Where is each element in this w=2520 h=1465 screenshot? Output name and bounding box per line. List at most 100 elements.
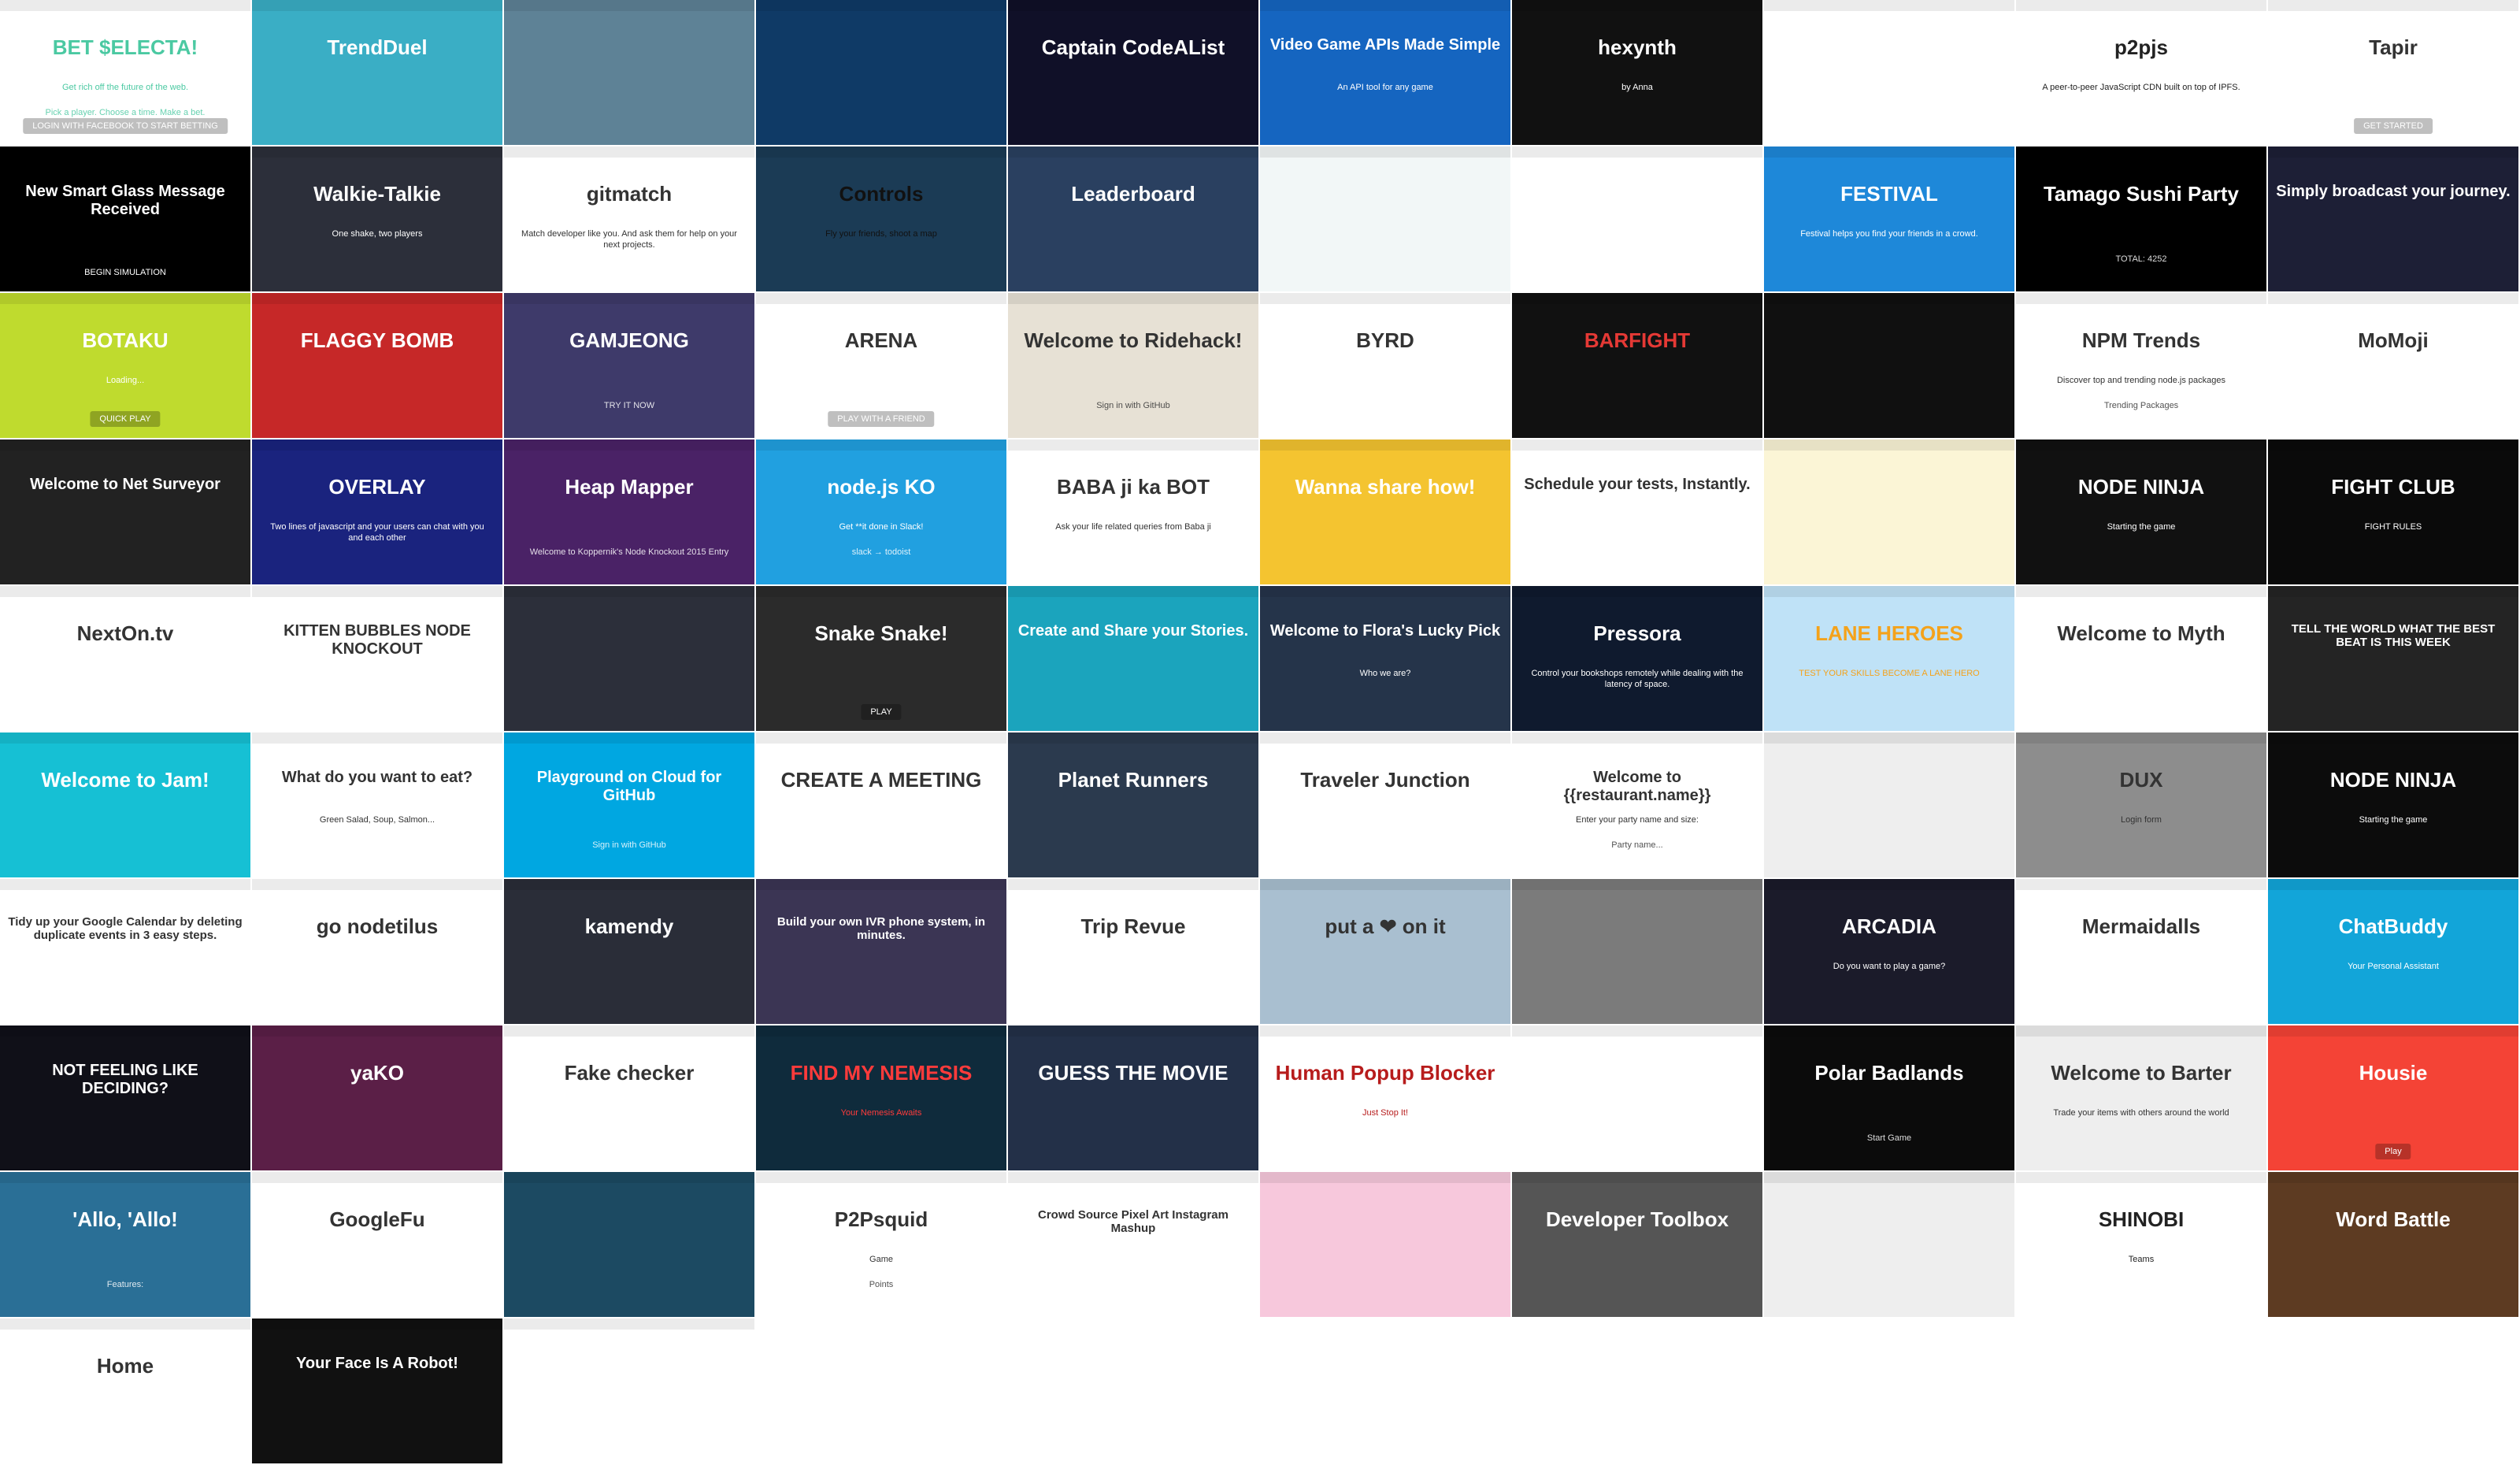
screenshot-tile[interactable]: OVERLAY Two lines of javascript and your … (252, 440, 502, 584)
screenshot-tile[interactable]: LANE HEROES TEST YOUR SKILLS BECOME A LAN… (1764, 586, 2014, 731)
screenshot-tile[interactable] (1260, 146, 1510, 291)
screenshot-tile[interactable]: Mermaidalls (2016, 879, 2266, 1024)
screenshot-tile[interactable] (1512, 1026, 1762, 1170)
screenshot-tile[interactable]: NODE NINJA Starting the game (2016, 440, 2266, 584)
screenshot-tile[interactable] (1764, 293, 2014, 438)
screenshot-tile[interactable] (1764, 0, 2014, 145)
screenshot-tile[interactable]: Create and Share your Stories. (1008, 586, 1258, 731)
screenshot-tile[interactable]: Walkie-Talkie One shake, two players (252, 146, 502, 291)
screenshot-tile[interactable]: Simply broadcast your journey. (2268, 146, 2518, 291)
screenshot-tile[interactable]: hexynth by Anna (1512, 0, 1762, 145)
screenshot-tile[interactable]: FLAGGY BOMB (252, 293, 502, 438)
screenshot-tile[interactable]: Welcome to {{restaurant.name}} Enter your… (1512, 732, 1762, 877)
screenshot-tile[interactable]: Trip Revue (1008, 879, 1258, 1024)
screenshot-tile[interactable]: KITTEN BUBBLES NODE KNOCKOUT (252, 586, 502, 731)
screenshot-tile[interactable]: Pressora Control your bookshops remotely … (1512, 586, 1762, 731)
screenshot-tile[interactable]: Video Game APIs Made Simple An API tool f… (1260, 0, 1510, 145)
screenshot-tile[interactable]: What do you want to eat? Green Salad, Sou… (252, 732, 502, 877)
screenshot-tile[interactable] (504, 1172, 754, 1317)
screenshot-tile[interactable]: Controls Fly your friends, shoot a map (756, 146, 1006, 291)
screenshot-tile[interactable] (1512, 146, 1762, 291)
screenshot-tile[interactable] (1764, 440, 2014, 584)
tile-button[interactable]: GET STARTED (2354, 118, 2433, 134)
screenshot-tile[interactable]: NOT FEELING LIKE DECIDING? (0, 1026, 250, 1170)
screenshot-tile[interactable]: BYRD (1260, 293, 1510, 438)
screenshot-tile[interactable]: DUX Login form (2016, 732, 2266, 877)
screenshot-tile[interactable] (504, 1318, 754, 1463)
screenshot-tile[interactable]: BET $ELECTA! Get rich off the future of t… (0, 0, 250, 145)
screenshot-tile[interactable]: NODE NINJA Starting the game (2268, 732, 2518, 877)
screenshot-tile[interactable]: Crowd Source Pixel Art Instagram Mashup (1008, 1172, 1258, 1317)
screenshot-tile[interactable]: CREATE A MEETING (756, 732, 1006, 877)
screenshot-tile[interactable]: Welcome to Myth (2016, 586, 2266, 731)
tile-button[interactable]: PLAY WITH A FRIEND (828, 411, 935, 427)
screenshot-tile[interactable]: ARENA PLAY WITH A FRIEND (756, 293, 1006, 438)
screenshot-tile[interactable]: Housie Play (2268, 1026, 2518, 1170)
screenshot-tile[interactable]: Traveler Junction (1260, 732, 1510, 877)
screenshot-tile[interactable]: TELL THE WORLD WHAT THE BEST BEAT IS THI… (2268, 586, 2518, 731)
screenshot-tile[interactable]: 'Allo, 'Allo! Features: (0, 1172, 250, 1317)
screenshot-tile[interactable]: Planet Runners (1008, 732, 1258, 877)
screenshot-tile[interactable] (756, 0, 1006, 145)
screenshot-tile[interactable]: P2Psquid Game Points (756, 1172, 1006, 1317)
screenshot-tile[interactable]: ChatBuddy Your Personal Assistant (2268, 879, 2518, 1024)
screenshot-tile[interactable]: Build your own IVR phone system, in minu… (756, 879, 1006, 1024)
screenshot-tile[interactable]: Word Battle (2268, 1172, 2518, 1317)
screenshot-tile[interactable]: MoMoji (2268, 293, 2518, 438)
screenshot-tile[interactable]: Heap Mapper Welcome to Koppernik's Node K… (504, 440, 754, 584)
screenshot-tile[interactable]: Captain CodeAList (1008, 0, 1258, 145)
screenshot-tile[interactable]: FIGHT CLUB FIGHT RULES (2268, 440, 2518, 584)
screenshot-tile[interactable] (504, 586, 754, 731)
screenshot-tile[interactable]: Welcome to Net Surveyor (0, 440, 250, 584)
screenshot-tile[interactable]: BARFIGHT (1512, 293, 1762, 438)
screenshot-tile[interactable]: NextOn.tv (0, 586, 250, 731)
screenshot-tile[interactable]: gitmatch Match developer like you. And as… (504, 146, 754, 291)
screenshot-tile[interactable] (504, 0, 754, 145)
screenshot-tile[interactable]: kamendy (504, 879, 754, 1024)
screenshot-tile[interactable] (1764, 732, 2014, 877)
screenshot-tile[interactable]: BOTAKU Loading... QUICK PLAY (0, 293, 250, 438)
tile-button[interactable]: LOGIN WITH FACEBOOK TO START BETTING (23, 118, 228, 134)
screenshot-tile[interactable]: GUESS THE MOVIE (1008, 1026, 1258, 1170)
screenshot-tile[interactable]: put a ❤ on it (1260, 879, 1510, 1024)
screenshot-tile[interactable]: FESTIVAL Festival helps you find your fri… (1764, 146, 2014, 291)
screenshot-tile[interactable]: yaKO (252, 1026, 502, 1170)
screenshot-tile[interactable]: Tidy up your Google Calendar by deleting… (0, 879, 250, 1024)
screenshot-tile[interactable]: New Smart Glass Message Received BEGIN SI… (0, 146, 250, 291)
screenshot-tile[interactable] (1764, 1172, 2014, 1317)
screenshot-tile[interactable]: Welcome to Jam! (0, 732, 250, 877)
screenshot-tile[interactable]: Playground on Cloud for GitHub Sign in wi… (504, 732, 754, 877)
tile-button[interactable]: BEGIN SIMULATION (75, 265, 176, 280)
tile-button[interactable]: PLAY (861, 704, 902, 720)
screenshot-tile[interactable]: node.js KO Get **it done in Slack! slack →… (756, 440, 1006, 584)
screenshot-tile[interactable]: p2pjs A peer-to-peer JavaScript CDN built… (2016, 0, 2266, 145)
screenshot-tile[interactable]: Welcome to Ridehack! Sign in with GitHub (1008, 293, 1258, 438)
screenshot-tile[interactable]: Developer Toolbox (1512, 1172, 1762, 1317)
screenshot-tile[interactable]: go nodetilus (252, 879, 502, 1024)
screenshot-tile[interactable]: Your Face Is A Robot! (252, 1318, 502, 1463)
screenshot-tile[interactable]: Human Popup Blocker Just Stop It! (1260, 1026, 1510, 1170)
screenshot-tile[interactable]: FIND MY NEMESIS Your Nemesis Awaits (756, 1026, 1006, 1170)
screenshot-tile[interactable]: Snake Snake! PLAY (756, 586, 1006, 731)
screenshot-tile[interactable]: TrendDuel (252, 0, 502, 145)
screenshot-tile[interactable] (1512, 879, 1762, 1024)
screenshot-tile[interactable]: Wanna share how! (1260, 440, 1510, 584)
screenshot-tile[interactable]: SHINOBI Teams (2016, 1172, 2266, 1317)
screenshot-tile[interactable]: Welcome to Barter Trade your items with o… (2016, 1026, 2266, 1170)
screenshot-tile[interactable]: Home (0, 1318, 250, 1463)
screenshot-tile[interactable] (1260, 1172, 1510, 1317)
screenshot-tile[interactable]: BABA ji ka BOT Ask your life related quer… (1008, 440, 1258, 584)
screenshot-tile[interactable]: ARCADIA Do you want to play a game? (1764, 879, 2014, 1024)
screenshot-tile[interactable]: Tapir GET STARTED (2268, 0, 2518, 145)
tile-button[interactable]: Play (2375, 1144, 2411, 1159)
screenshot-tile[interactable]: GoogleFu (252, 1172, 502, 1317)
screenshot-tile[interactable]: Leaderboard (1008, 146, 1258, 291)
screenshot-tile[interactable]: Polar Badlands Start Game (1764, 1026, 2014, 1170)
screenshot-tile[interactable]: NPM Trends Discover top and trending node… (2016, 293, 2266, 438)
screenshot-tile[interactable]: Welcome to Flora's Lucky Pick Who we are? (1260, 586, 1510, 731)
screenshot-tile[interactable]: Fake checker (504, 1026, 754, 1170)
screenshot-tile[interactable]: GAMJEONG TRY IT NOW (504, 293, 754, 438)
tile-button[interactable]: QUICK PLAY (90, 411, 161, 427)
screenshot-tile[interactable]: Schedule your tests, Instantly. (1512, 440, 1762, 584)
screenshot-tile[interactable]: Tamago Sushi Party TOTAL: 4252 (2016, 146, 2266, 291)
